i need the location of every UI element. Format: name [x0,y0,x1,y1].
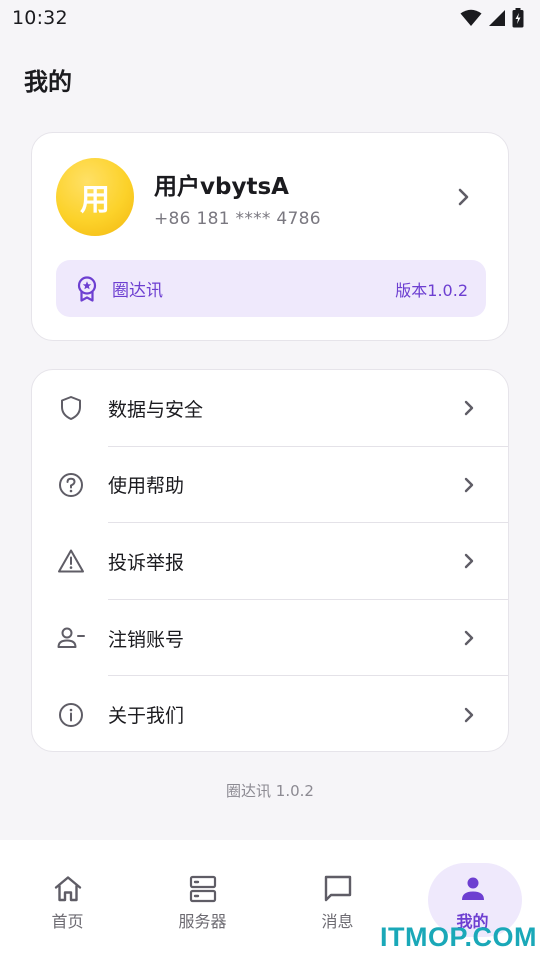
person-icon [459,874,487,904]
chevron-right-icon [462,551,476,571]
chevron-right-icon [462,398,476,418]
chevron-right-icon [462,475,476,495]
chevron-right-icon [462,705,476,725]
award-icon [76,275,98,302]
nav-label: 消息 [321,912,354,931]
wifi-icon [460,9,482,27]
menu-item-label: 数据与安全 [108,398,204,421]
menu-item-report[interactable]: 投诉举报 [32,523,508,600]
chevron-right-icon [462,628,476,648]
help-circle-icon [57,471,85,499]
user-minus-icon [57,624,85,652]
shield-icon [57,394,85,422]
menu-item-delete-account[interactable]: 注销账号 [32,600,508,677]
menu-item-about[interactable]: 关于我们 [32,676,508,751]
avatar[interactable]: 用 [56,158,134,236]
menu-item-data-security[interactable]: 数据与安全 [32,370,508,447]
server-icon [189,874,217,904]
status-icons [460,8,524,28]
nav-item-server[interactable]: 服务器 [135,840,270,960]
app-name: 圈达讯 [112,281,163,301]
menu-item-label: 投诉举报 [108,551,185,574]
nav-item-home[interactable]: 首页 [0,840,135,960]
nav-label: 首页 [51,912,84,931]
menu-item-label: 注销账号 [108,628,185,651]
status-bar: 10:32 [0,0,540,36]
settings-menu: 数据与安全 使用帮助 投诉举报 注销账号 关于我们 [31,369,509,752]
menu-item-help[interactable]: 使用帮助 [32,447,508,524]
menu-item-label: 使用帮助 [108,475,185,498]
app-version-badge[interactable]: 圈达讯 版本1.0.2 [56,260,486,317]
watermark: ITMOP.COM [380,922,538,952]
info-icon [57,701,85,729]
home-icon [53,874,83,904]
profile-card[interactable]: 用 用户vbytsA +86 181 **** 4786 圈达讯 版本1.0.2 [31,132,509,341]
battery-charging-icon [512,8,524,28]
avatar-text: 用 [80,183,110,218]
message-icon [323,874,353,904]
cellular-signal-icon [488,9,506,27]
menu-item-label: 关于我们 [108,705,185,728]
nav-label: 服务器 [178,912,227,931]
chevron-right-icon[interactable] [456,185,472,213]
user-name: 用户vbytsA [154,174,289,200]
user-phone: +86 181 **** 4786 [154,209,321,229]
footer-version: 圈达讯 1.0.2 [226,782,314,800]
page-title: 我的 [24,68,72,96]
warning-icon [57,547,85,575]
status-time: 10:32 [12,7,68,29]
app-version: 版本1.0.2 [395,280,468,300]
